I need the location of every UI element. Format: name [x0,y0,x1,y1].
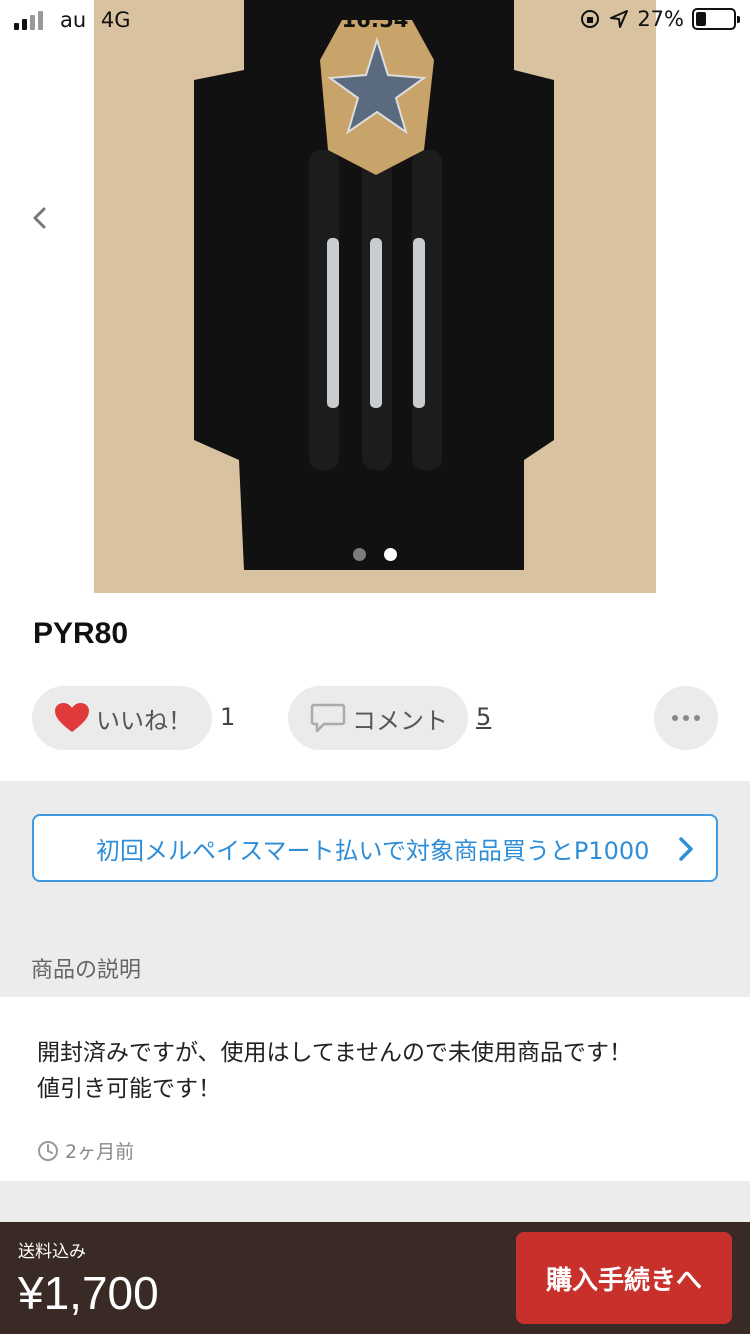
prev-image-button[interactable] [16,194,64,242]
posted-time-text: 2ヶ月前 [65,1141,135,1163]
description-card: 開封済みですが、使用はしてませんので未使用商品です！ 値引き可能です！ 2ヶ月前 [0,997,750,1181]
dart-case-photo [94,0,656,593]
product-info: PYR80 いいね！ 1 コメント 5 [0,593,750,781]
price: ¥1,700 [18,1267,159,1319]
shipping-label: 送料込み [18,1242,86,1262]
like-button[interactable]: いいね！ [32,686,212,750]
status-bar: au 4G 16:54 27% [0,0,750,40]
battery-icon [692,8,740,30]
comment-count[interactable]: 5 [476,703,491,731]
pager-dot[interactable] [353,548,366,561]
orientation-lock-icon [581,10,600,28]
clock-icon [38,1140,58,1161]
promo-banner[interactable]: 初回メルペイスマート払いで対象商品買うとP1000 [32,814,718,882]
location-icon [610,10,629,28]
gallery-pager[interactable] [0,548,750,561]
posted-time: 2ヶ月前 [37,1137,134,1164]
description-body: 開封済みですが、使用はしてませんので未使用商品です！ 値引き可能です！ [37,1040,633,1102]
more-icon [672,715,700,721]
heart-icon [55,703,89,732]
comment-label: コメント [352,706,448,735]
comment-button[interactable]: コメント [288,686,468,750]
product-photo[interactable] [94,0,656,593]
chevron-right-icon [679,837,693,861]
promo-text: 初回メルペイスマート払いで対象商品買うとP1000 [96,836,650,865]
back-button[interactable] [20,58,64,110]
speech-bubble-icon [310,703,346,733]
description-section-label: 商品の説明 [31,958,142,983]
prev-image-icon [33,207,46,229]
more-button[interactable] [654,686,718,750]
pager-dot-active[interactable] [384,548,397,561]
back-chevron-icon [27,63,51,105]
like-label: いいね！ [96,706,192,735]
purchase-bar: 送料込み ¥1,700 購入手続きへ [0,1222,750,1334]
product-image-gallery[interactable] [0,0,750,593]
status-right-group: 27% [579,7,740,31]
battery-percent: 27% [637,7,684,31]
like-count: 1 [220,703,236,731]
buy-button[interactable]: 購入手続きへ [516,1232,732,1324]
product-title: PYR80 [33,617,129,650]
